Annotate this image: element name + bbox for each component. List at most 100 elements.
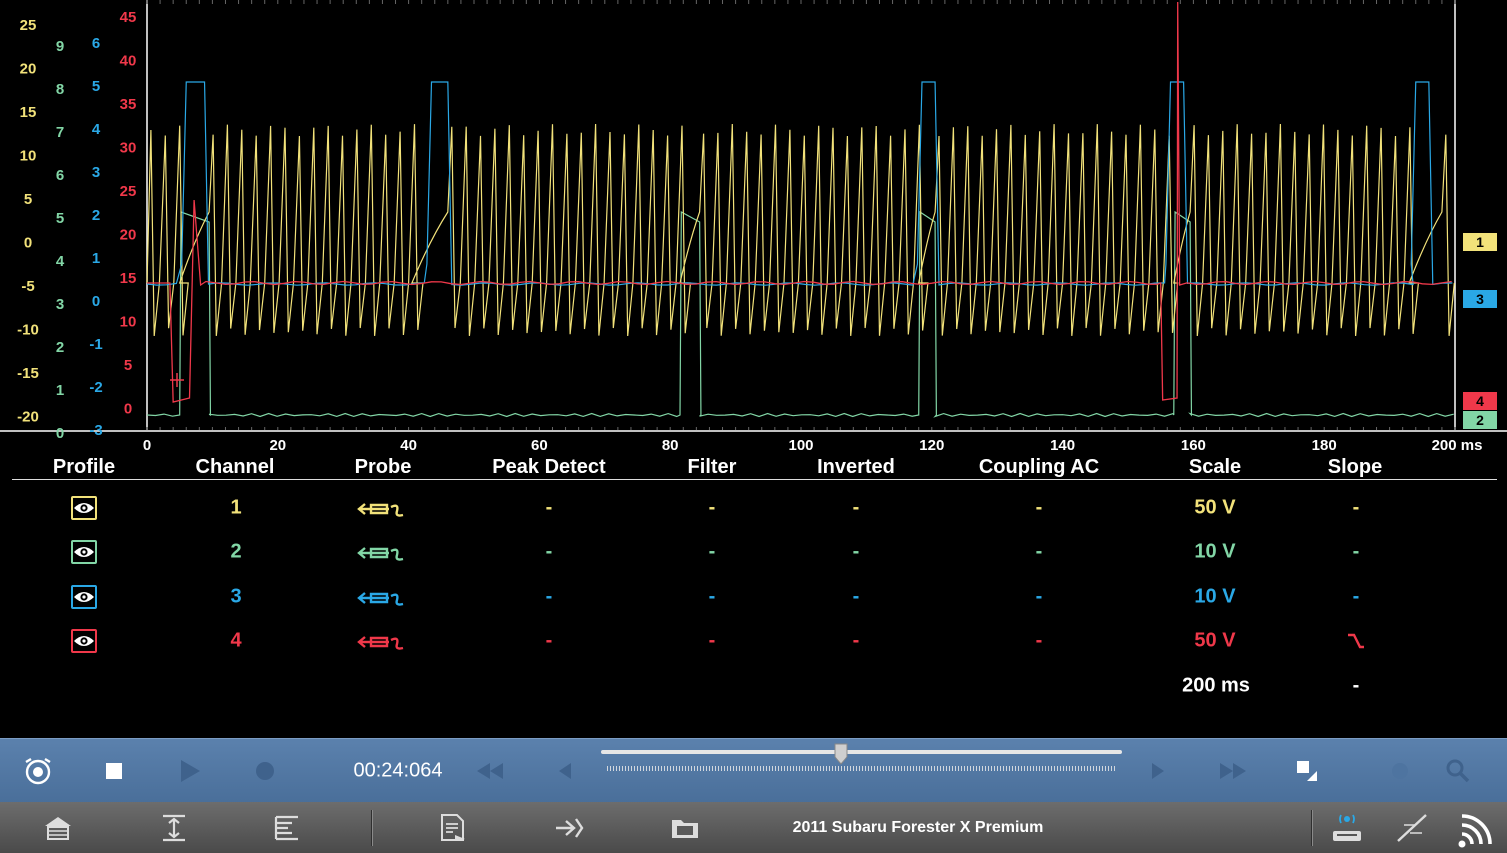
coupling-ch1[interactable]: -	[1036, 497, 1043, 520]
status-separator	[1311, 810, 1313, 846]
header-probe: Probe	[354, 456, 412, 478]
scale-label-ch1: 5	[24, 191, 32, 208]
scale-ch2[interactable]: 10 V	[1194, 541, 1235, 564]
scale-label-ch4: 0	[124, 401, 132, 418]
scale-label-ch1: 10	[20, 148, 37, 165]
inverted-ch2[interactable]: -	[853, 541, 860, 564]
buffer-ruler	[607, 766, 1116, 771]
scale-label-ch3: 5	[92, 78, 100, 95]
slider-thumb[interactable]	[834, 743, 848, 765]
profile-visibility-ch4-eye-icon[interactable]	[71, 629, 97, 653]
status-separator	[371, 810, 373, 846]
vehicle-connection-button[interactable]	[1329, 811, 1365, 845]
zoom-button[interactable]	[1445, 758, 1471, 784]
inverted-ch4[interactable]: -	[853, 630, 860, 653]
scale-ch3[interactable]: 10 V	[1194, 586, 1235, 609]
signal-tool-button[interactable]	[1394, 811, 1430, 845]
zoom-fit-button[interactable]	[1295, 759, 1319, 783]
scale-label-ch4: 35	[120, 96, 137, 113]
scale-label-ch3: 2	[92, 207, 100, 224]
export-arrow-icon	[556, 817, 584, 838]
list-icon	[274, 815, 298, 840]
scale-label-ch4: 15	[120, 270, 137, 287]
stop-button[interactable]	[104, 761, 124, 781]
header-coupling-ac: Coupling AC	[978, 456, 1100, 478]
playback-toolbar: 00:24:064	[0, 738, 1507, 802]
scale-label-ch4: 30	[120, 140, 137, 157]
save-button[interactable]	[554, 815, 584, 841]
scale-label-ch2: 8	[56, 81, 64, 98]
scale-ch1[interactable]: 50 V	[1194, 497, 1235, 520]
timebase-scale[interactable]: 200 ms	[1182, 675, 1250, 698]
slope-ch3[interactable]: -	[1353, 586, 1360, 609]
header-filter: Filter	[687, 456, 737, 478]
waveform-graph[interactable]: 2520151050-5-10-15-2098765432106543210-1…	[0, 0, 1507, 460]
slope-ch2[interactable]: -	[1353, 541, 1360, 564]
scale-label-ch2: 0	[56, 425, 64, 442]
scale-label-ch3: 0	[92, 293, 100, 310]
home-button[interactable]	[43, 815, 73, 841]
probe-ch4-icon[interactable]	[357, 632, 405, 652]
channel-number-3[interactable]: 3	[230, 586, 241, 609]
report-button[interactable]	[439, 813, 467, 843]
filter-ch3[interactable]: -	[709, 586, 716, 609]
skip-back-button[interactable]	[475, 761, 505, 781]
record-icon	[256, 761, 274, 780]
filter-ch2[interactable]: -	[709, 541, 716, 564]
record-button[interactable]	[254, 760, 276, 782]
scale-label-ch1: -20	[17, 409, 39, 426]
scale-label-ch1: 25	[20, 17, 37, 34]
step-forward-icon	[1152, 762, 1164, 779]
step-forward-button[interactable]	[1150, 761, 1166, 781]
peak-detect-ch3[interactable]: -	[546, 586, 553, 609]
scale-label-ch4: 45	[120, 9, 137, 26]
channel-number-4[interactable]: 4	[230, 630, 241, 653]
probe-ch3-icon[interactable]	[357, 588, 405, 608]
scale-label-ch1: 20	[20, 61, 37, 78]
step-back-button[interactable]	[557, 761, 573, 781]
coupling-ch3[interactable]: -	[1036, 586, 1043, 609]
header-profile: Profile	[52, 456, 116, 478]
list-view-button[interactable]	[272, 813, 302, 843]
profile-visibility-ch3-eye-icon[interactable]	[71, 585, 97, 609]
play-button[interactable]	[178, 758, 202, 784]
scope-display[interactable]: 25 20 15 10 5 0 -5 -10 -15 -20 9 8 7 6 5 4 3 2 1 0 6 5 4 3 2 1 0 -1…	[0, 0, 1507, 454]
header-divider	[12, 479, 1497, 480]
falling-edge-icon[interactable]	[1346, 631, 1366, 651]
waveform-ch1	[146, 123, 1455, 337]
peak-detect-ch1[interactable]: -	[546, 497, 553, 520]
filter-ch1[interactable]: -	[709, 497, 716, 520]
expand-button[interactable]	[159, 813, 189, 843]
filter-ch4[interactable]: -	[709, 630, 716, 653]
scale-label-ch2: 5	[56, 210, 64, 227]
scale-label-ch4: 40	[120, 53, 137, 70]
coupling-ch4[interactable]: -	[1036, 630, 1043, 653]
slope-ch1[interactable]: -	[1353, 497, 1360, 520]
profile-visibility-ch1-eye-icon[interactable]	[71, 496, 97, 520]
scale-label-ch3: -2	[89, 379, 102, 396]
scale-label-ch2: 6	[56, 167, 64, 184]
peak-detect-ch4[interactable]: -	[546, 630, 553, 653]
scale-label-ch1: 15	[20, 104, 37, 121]
cursor-button[interactable]	[1388, 759, 1412, 783]
timebase-slope[interactable]: -	[1353, 675, 1360, 698]
inverted-ch1[interactable]: -	[853, 497, 860, 520]
channel-number-1[interactable]: 1	[230, 497, 241, 520]
wifi-button[interactable]	[1456, 808, 1500, 848]
probe-ch1-icon[interactable]	[357, 499, 405, 519]
scale-ch4[interactable]: 50 V	[1194, 630, 1235, 653]
folder-button[interactable]	[670, 815, 700, 841]
channel-marker-label-3: 3	[1476, 291, 1484, 307]
peak-detect-ch2[interactable]: -	[546, 541, 553, 564]
playback-position-slider[interactable]	[601, 743, 1122, 787]
profile-visibility-ch2-eye-icon[interactable]	[71, 540, 97, 564]
skip-forward-button[interactable]	[1218, 761, 1248, 781]
coupling-ch2[interactable]: -	[1036, 541, 1043, 564]
scale-label-ch3: -3	[89, 422, 102, 439]
scale-label-ch2: 4	[56, 253, 65, 270]
scale-label-ch2: 7	[56, 124, 64, 141]
probe-ch2-icon[interactable]	[357, 543, 405, 563]
inverted-ch3[interactable]: -	[853, 586, 860, 609]
channel-number-2[interactable]: 2	[230, 541, 241, 564]
trigger-settings-button[interactable]	[22, 756, 54, 786]
